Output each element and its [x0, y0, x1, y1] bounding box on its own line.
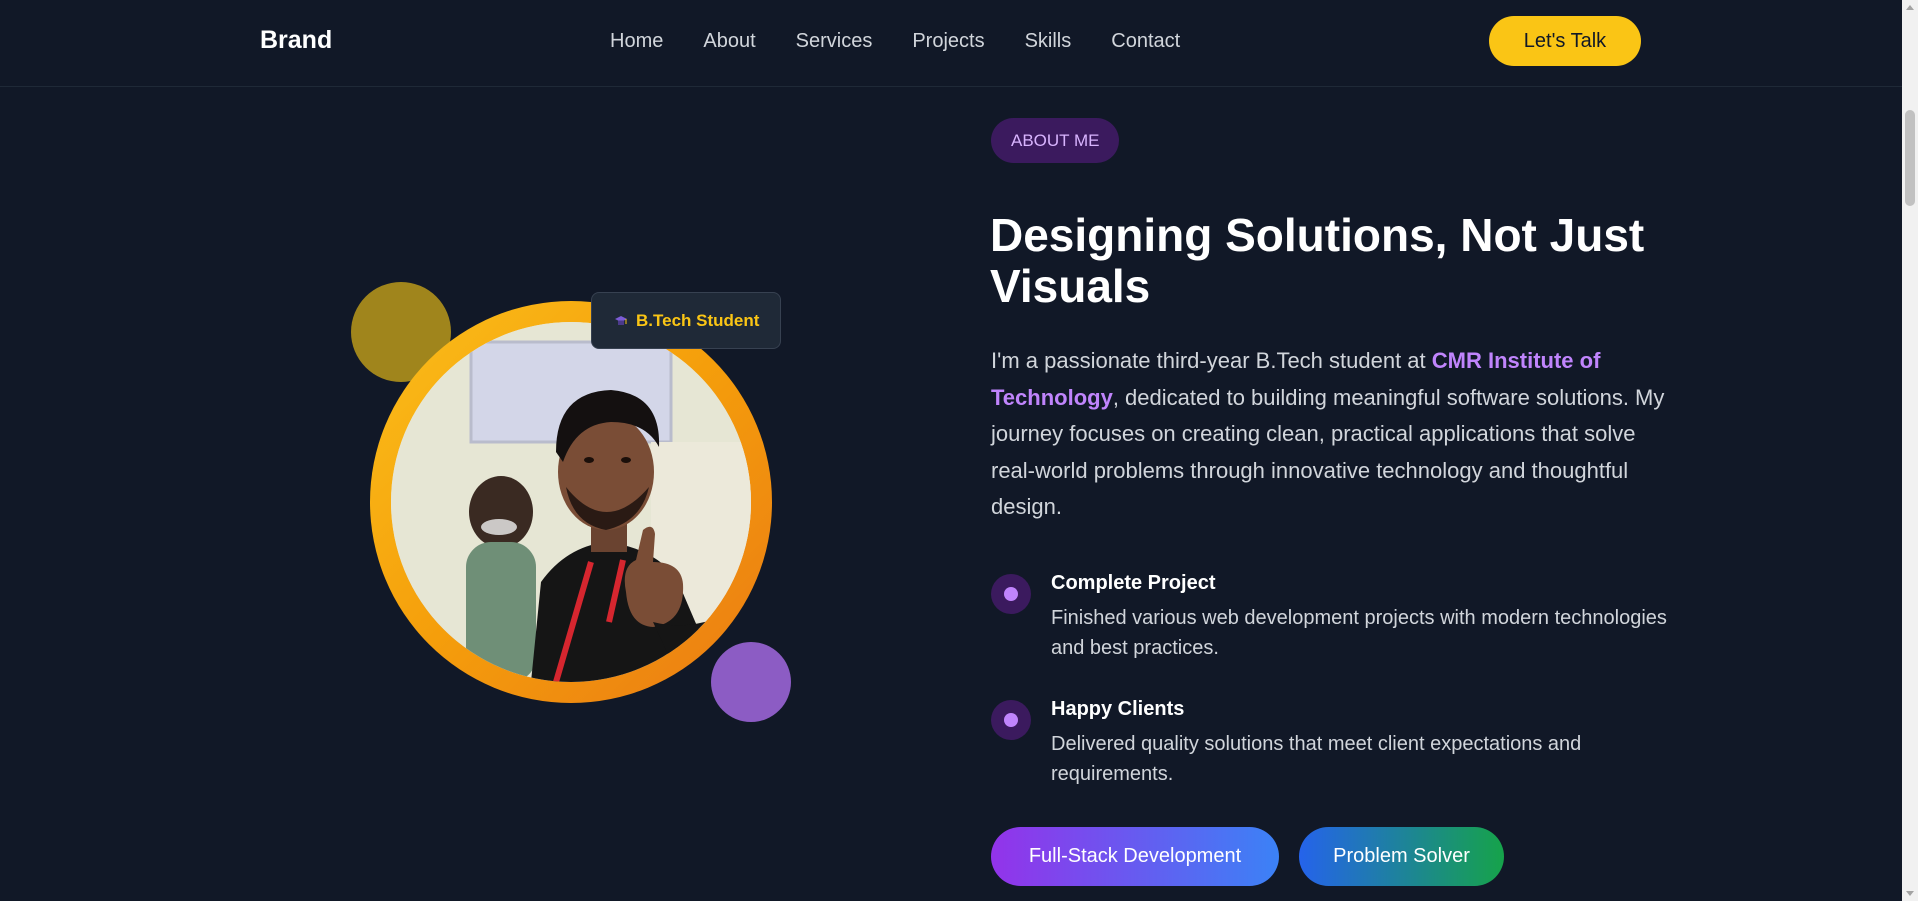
scroll-up-arrow-icon[interactable] — [1906, 5, 1914, 10]
badge-label: B.Tech Student — [636, 310, 760, 330]
feature-title: Happy Clients — [1051, 698, 1185, 720]
nav-links: Home About Services Projects Skills Cont… — [610, 30, 1180, 53]
headline-line-2: Visuals — [990, 260, 1151, 312]
brand-logo[interactable]: Brand — [260, 26, 332, 55]
profile-photo-illustration — [391, 322, 751, 682]
scroll-down-arrow-icon[interactable] — [1906, 891, 1914, 896]
intro-prefix: I'm a passionate third-year B.Tech stude… — [991, 348, 1432, 373]
tag-problem-solver[interactable]: Problem Solver — [1299, 827, 1504, 886]
feature-bullet-icon — [991, 700, 1031, 740]
navbar: Brand Home About Services Projects Skill… — [0, 0, 1902, 87]
nav-link-contact[interactable]: Contact — [1111, 30, 1180, 53]
section-pill-about-me: ABOUT ME — [991, 118, 1120, 163]
feature-description: Delivered quality solutions that meet cl… — [1051, 733, 1582, 785]
tag-full-stack-development[interactable]: Full-Stack Development — [991, 827, 1279, 886]
lets-talk-button[interactable]: Let's Talk — [1489, 16, 1641, 66]
nav-link-services[interactable]: Services — [796, 30, 873, 53]
vertical-scrollbar[interactable] — [1902, 0, 1918, 901]
feature-bullet-icon — [991, 574, 1031, 614]
btech-student-badge: B.Tech Student — [591, 292, 781, 349]
feature-title: Complete Project — [1051, 572, 1216, 594]
profile-photo-ring — [370, 301, 772, 703]
page: Brand Home About Services Projects Skill… — [0, 0, 1918, 901]
profile-photo — [391, 322, 751, 682]
scrollbar-thumb[interactable] — [1905, 110, 1915, 206]
intro-paragraph: I'm a passionate third-year B.Tech stude… — [991, 343, 1671, 526]
nav-link-home[interactable]: Home — [610, 30, 663, 53]
page-title: Designing Solutions, Not Just Visuals — [990, 210, 1710, 312]
feature-description: Finished various web development project… — [1051, 607, 1667, 659]
nav-link-about[interactable]: About — [703, 30, 755, 53]
decorative-purple-circle — [711, 642, 791, 722]
nav-link-projects[interactable]: Projects — [912, 30, 984, 53]
nav-link-skills[interactable]: Skills — [1025, 30, 1072, 53]
headline-line-1: Designing Solutions, Not Just — [990, 209, 1645, 261]
graduation-cap-icon — [614, 314, 628, 328]
